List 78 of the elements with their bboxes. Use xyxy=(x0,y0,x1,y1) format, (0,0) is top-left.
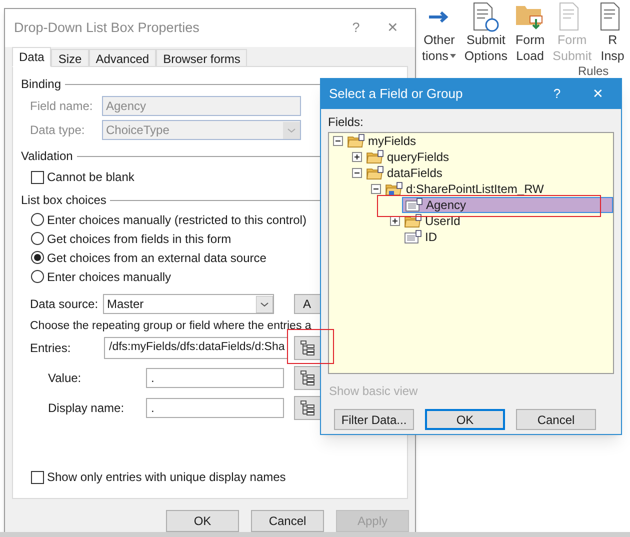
radio-button[interactable] xyxy=(31,270,44,283)
ribbon-button[interactable]: R Insp xyxy=(596,2,630,64)
radio-label: Enter choices manually (restricted to this control) xyxy=(47,212,306,228)
section-heading: List box choices xyxy=(21,192,106,209)
select-xpath-button[interactable] xyxy=(294,366,322,390)
tree-item[interactable]: ID xyxy=(402,229,445,245)
display-name-field[interactable]: . xyxy=(146,398,284,418)
tab[interactable]: Advanced xyxy=(88,49,156,67)
tree-item[interactable]: queryFields xyxy=(364,149,458,165)
tree-icon xyxy=(300,370,316,386)
tab[interactable]: Size xyxy=(51,49,89,67)
field-label: Data type: xyxy=(30,122,86,139)
close-button[interactable]: ✕ xyxy=(575,84,621,104)
dialog-button[interactable]: Cancel xyxy=(251,510,324,532)
help-button[interactable]: ? xyxy=(341,18,371,38)
collapse-icon[interactable] xyxy=(371,184,381,194)
tree-item[interactable]: Agency xyxy=(402,197,613,213)
ribbon-button[interactable]: Form Load xyxy=(512,2,549,64)
dialog-button[interactable]: OK xyxy=(425,409,505,430)
field-label: Entries: xyxy=(30,340,72,357)
tree-item[interactable]: UserId xyxy=(402,213,468,229)
close-button[interactable]: ✕ xyxy=(371,18,415,38)
entries-field[interactable]: /dfs:myFields/dfs:dataFields/d:Sha xyxy=(104,337,288,359)
radio-button[interactable] xyxy=(31,251,44,264)
checkbox-label: Cannot be blank xyxy=(47,169,134,186)
chevron-icon xyxy=(283,122,300,138)
instruction-text: Choose the repeating group or field where the entries a xyxy=(29,319,312,334)
annotation-frame xyxy=(287,329,334,364)
field-icon xyxy=(404,230,422,244)
ribbon-button[interactable]: Submit Options xyxy=(460,2,512,64)
tree-icon xyxy=(300,400,316,416)
tree-item[interactable]: myFields xyxy=(345,133,424,149)
checkbox-label: Show only entries with unique display names xyxy=(47,469,286,486)
checkbox[interactable] xyxy=(31,470,44,484)
select-xpath-button[interactable] xyxy=(294,396,322,420)
tab[interactable]: Browser forms xyxy=(156,49,248,67)
field-icon xyxy=(405,198,423,212)
field-label: Display name: xyxy=(48,400,126,417)
collapse-icon[interactable] xyxy=(352,168,362,178)
radio-label: Enter choices manually xyxy=(47,268,172,286)
folder-icon xyxy=(385,182,403,196)
expand-icon[interactable] xyxy=(352,152,362,162)
arrow-icon xyxy=(429,11,450,23)
section-heading: Validation xyxy=(21,148,73,165)
expand-icon[interactable] xyxy=(390,216,400,226)
select-xpath-button[interactable] xyxy=(294,336,322,360)
checkbox[interactable] xyxy=(31,170,44,184)
dialog-button[interactable]: OK xyxy=(166,510,239,532)
tab[interactable]: Data xyxy=(12,47,52,67)
ribbon-group-label: Rules xyxy=(578,64,609,78)
field-label: Field name: xyxy=(30,98,94,115)
radio-button[interactable] xyxy=(31,213,44,226)
folder-icon xyxy=(404,214,422,228)
collapse-icon[interactable] xyxy=(333,136,343,146)
field-name-field: Agency xyxy=(102,96,301,116)
field-label: Data source: xyxy=(30,296,100,313)
ribbon-button[interactable]: Other tions xyxy=(418,2,460,64)
dialog-button[interactable]: Cancel xyxy=(516,409,596,430)
folder-icon xyxy=(516,4,544,30)
folder-icon xyxy=(366,166,384,180)
tree-item[interactable]: dataFields xyxy=(364,165,450,181)
window-title: Drop-Down List Box Properties xyxy=(14,18,200,37)
tree-item[interactable]: d:SharePointListItem_RW xyxy=(383,181,552,197)
field-label: Value: xyxy=(48,370,82,387)
fields-label: Fields: xyxy=(327,114,364,129)
radio-button[interactable] xyxy=(31,232,44,245)
data-source-dropdown[interactable]: Master xyxy=(103,294,274,314)
folder-icon xyxy=(366,150,384,164)
dialog-button[interactable]: Filter Data... xyxy=(334,409,414,430)
window-title: Select a Field or Group xyxy=(329,85,464,104)
folder-icon xyxy=(347,134,365,148)
value-field[interactable]: . xyxy=(146,368,284,388)
radio-label: Get choices from an external data source xyxy=(47,250,266,266)
section-heading: Binding xyxy=(21,76,62,93)
radio-label: Get choices from fields in this form xyxy=(47,230,232,248)
tree-icon xyxy=(300,340,316,356)
chevron-icon xyxy=(256,296,273,312)
help-button[interactable]: ? xyxy=(539,84,575,104)
